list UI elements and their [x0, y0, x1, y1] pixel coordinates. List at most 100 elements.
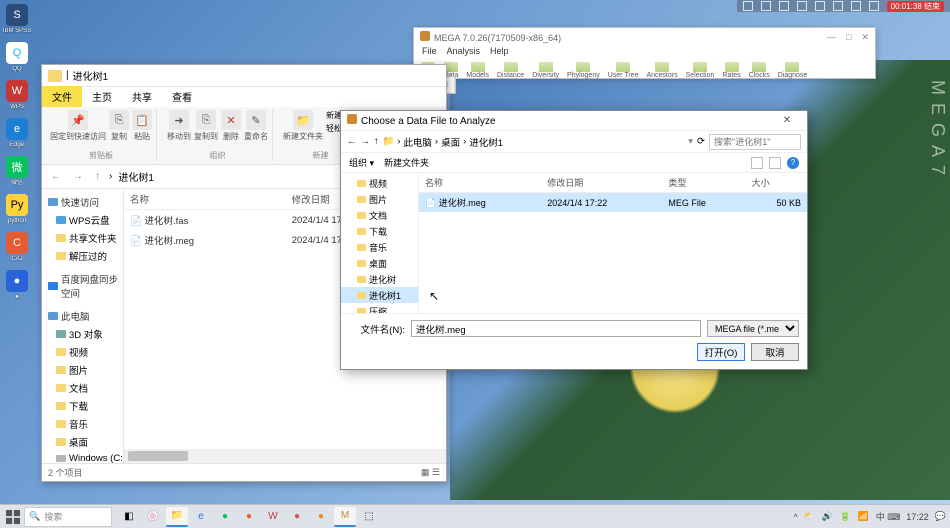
- rec-timer[interactable]: 00:01:38 结束: [887, 1, 944, 12]
- tray-icon[interactable]: 🔊: [822, 511, 834, 523]
- open-button[interactable]: 打开(O): [697, 343, 745, 361]
- tool-ancestors[interactable]: Ancestors: [646, 62, 677, 84]
- rb-paste[interactable]: 📋粘贴: [132, 110, 152, 142]
- menu-help[interactable]: Help: [490, 46, 509, 60]
- nav-item[interactable]: 进化树: [341, 271, 418, 287]
- mega-menubar[interactable]: File Analysis Help: [414, 46, 875, 60]
- taskbar-app[interactable]: 🍥: [142, 507, 164, 527]
- taskbar-app[interactable]: W: [262, 507, 284, 527]
- rec-tool-icon[interactable]: [869, 1, 879, 11]
- tab-share[interactable]: 共享: [122, 86, 162, 107]
- nav-item[interactable]: 解压过的: [42, 247, 123, 265]
- taskbar-app[interactable]: ◧: [118, 507, 140, 527]
- search-input[interactable]: [709, 134, 801, 150]
- rb-pin[interactable]: 📌固定到快速访问: [50, 110, 106, 142]
- fwd-icon[interactable]: →: [361, 136, 371, 147]
- tool-diagnose[interactable]: Diagnose: [778, 62, 808, 84]
- explorer-titlebar[interactable]: | 进化树1: [42, 65, 446, 87]
- nav-item[interactable]: 3D 对象: [42, 325, 123, 343]
- tool-selection[interactable]: Selection: [686, 62, 715, 84]
- nav-item[interactable]: 图片: [341, 191, 418, 207]
- desktop-icon[interactable]: ●●: [3, 270, 31, 300]
- nav-item[interactable]: Windows (C:): [42, 451, 123, 463]
- dialog-navpane[interactable]: 视频图片文档下载音乐桌面进化树进化树1压缩张荣添张晓雪Windows (C:)D…: [341, 173, 419, 313]
- taskbar-app[interactable]: ●: [310, 507, 332, 527]
- desktop-icon[interactable]: CCAJ: [3, 232, 31, 262]
- taskbar-app[interactable]: ●: [286, 507, 308, 527]
- tool-distance[interactable]: Distance: [497, 62, 524, 84]
- rec-tool-icon[interactable]: [815, 1, 825, 11]
- maximize-icon[interactable]: □: [846, 32, 851, 43]
- h-scrollbar[interactable]: [128, 451, 188, 461]
- nav-item[interactable]: 桌面: [341, 255, 418, 271]
- tray-icon[interactable]: ⛅: [804, 511, 816, 523]
- taskbar-app[interactable]: ●: [214, 507, 236, 527]
- tray-icon[interactable]: 🔋: [840, 511, 852, 523]
- nav-item[interactable]: 下载: [42, 397, 123, 415]
- tab-home[interactable]: 主页: [82, 86, 122, 107]
- system-tray[interactable]: ^ ⛅ 🔊 🔋 📶 中 ⌨ 17:22 💬: [794, 510, 946, 523]
- nav-item[interactable]: WPS云盘: [42, 211, 123, 229]
- desktop-icon[interactable]: 微微信: [3, 156, 31, 186]
- nav-item[interactable]: 视频: [341, 175, 418, 191]
- desktop-icon[interactable]: WWPS: [3, 80, 31, 110]
- view-icon[interactable]: [769, 157, 781, 169]
- minimize-icon[interactable]: —: [827, 32, 836, 43]
- nav-item[interactable]: 视频: [42, 343, 123, 361]
- taskbar-app[interactable]: e: [190, 507, 212, 527]
- nav-item[interactable]: 音乐: [42, 415, 123, 433]
- mega-titlebar[interactable]: MEGA 7.0.26(7170509-x86_64) —□✕: [414, 28, 875, 46]
- nav-item[interactable]: 文档: [42, 379, 123, 397]
- rb-copy[interactable]: ⎘复制: [109, 110, 129, 142]
- taskbar-app[interactable]: ⬚: [358, 507, 380, 527]
- fwd-icon[interactable]: →: [70, 171, 86, 182]
- desktop-icon[interactable]: Pypython: [3, 194, 31, 224]
- rb-rename[interactable]: ✎重命名: [244, 110, 268, 142]
- ribbon-tabs[interactable]: 文件 主页 共享 查看: [42, 87, 446, 107]
- nav-item[interactable]: 图片: [42, 361, 123, 379]
- filetype-select[interactable]: MEGA file (*.meg): [707, 320, 799, 337]
- tool-phylogeny[interactable]: Phylogeny: [567, 62, 600, 84]
- rec-tool-icon[interactable]: [761, 1, 771, 11]
- taskbar-app[interactable]: M: [334, 507, 356, 527]
- rec-tool-icon[interactable]: [743, 1, 753, 11]
- taskbar-search[interactable]: 🔍 搜索: [24, 507, 112, 527]
- newfolder-button[interactable]: 新建文件夹: [384, 156, 429, 169]
- organize-menu[interactable]: 组织 ▾: [349, 156, 374, 169]
- dialog-titlebar[interactable]: Choose a Data File to Analyze ✕: [341, 111, 807, 131]
- rec-tool-icon[interactable]: [779, 1, 789, 11]
- tool-usertree[interactable]: User Tree: [608, 62, 639, 84]
- file-row[interactable]: 📄 进化树.meg 2024/1/4 17:22 MEG File 50 KB: [419, 193, 807, 213]
- nav-item[interactable]: 共享文件夹: [42, 229, 123, 247]
- rb-moveto[interactable]: ➜移动到: [167, 110, 191, 142]
- nav-item[interactable]: 下载: [341, 223, 418, 239]
- rec-tool-icon[interactable]: [797, 1, 807, 11]
- dialog-toolbar[interactable]: 组织 ▾ 新建文件夹 ?: [341, 153, 807, 173]
- tool-models[interactable]: Models: [466, 62, 489, 84]
- dialog-filelist[interactable]: 名称修改日期类型大小 📄 进化树.meg 2024/1/4 17:22 MEG …: [419, 173, 807, 313]
- taskbar[interactable]: 🔍 搜索 ◧ 🍥 📁 e ● ● W ● ● M ⬚ ^ ⛅ 🔊 🔋 📶 中 ⌨…: [0, 504, 950, 528]
- up-icon[interactable]: ↑: [92, 171, 103, 182]
- breadcrumb[interactable]: 进化树1: [118, 169, 154, 184]
- nav-item[interactable]: 进化树1: [341, 287, 418, 303]
- help-icon[interactable]: ?: [787, 157, 799, 169]
- tool-rates[interactable]: Rates: [722, 62, 740, 84]
- nav-item[interactable]: 桌面: [42, 433, 123, 451]
- nav-item[interactable]: 压缩: [341, 303, 418, 313]
- rec-tool-icon[interactable]: [851, 1, 861, 11]
- rb-newfolder[interactable]: 📁新建文件夹: [283, 110, 323, 142]
- tool-clocks[interactable]: Clocks: [749, 62, 770, 84]
- tool-diversity[interactable]: Diversity: [532, 62, 559, 84]
- nav-item[interactable]: 音乐: [341, 239, 418, 255]
- desktop-icon[interactable]: QQQ: [3, 42, 31, 72]
- filename-input[interactable]: [411, 320, 701, 337]
- start-button[interactable]: [4, 508, 22, 526]
- screen-recorder-bar[interactable]: 00:01:38 结束: [737, 0, 950, 12]
- tray-icon[interactable]: 📶: [858, 511, 870, 523]
- menu-file[interactable]: File: [422, 46, 437, 60]
- rb-delete[interactable]: ✕删除: [221, 110, 241, 142]
- desktop-icon[interactable]: eEdge: [3, 118, 31, 148]
- close-icon[interactable]: ✕: [773, 115, 801, 126]
- back-icon[interactable]: ←: [347, 136, 357, 147]
- nav-item[interactable]: 文档: [341, 207, 418, 223]
